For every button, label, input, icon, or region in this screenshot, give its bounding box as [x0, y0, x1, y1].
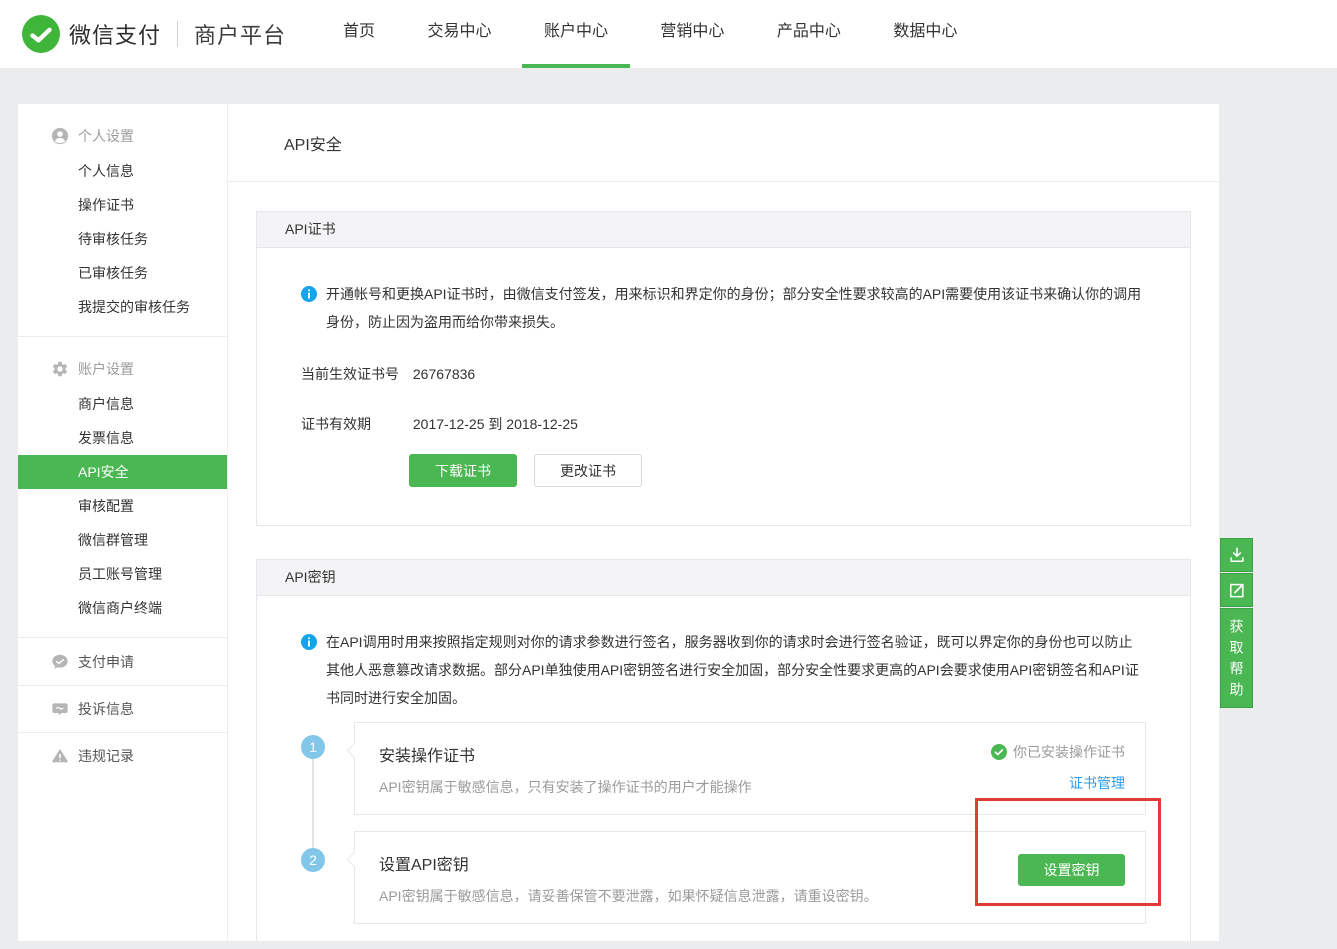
key-info-row: 在API调用时用来按照指定规则对你的请求参数进行签名，服务器收到你的请求时会进行…: [301, 628, 1146, 712]
nav-item-account-center[interactable]: 账户中心: [522, 0, 630, 68]
page-title-row: API安全: [228, 104, 1219, 182]
user-icon: [51, 127, 69, 145]
api-cert-card-body: 开通帐号和更换API证书时，由微信支付签发，用来标识和界定你的身份；部分安全性要…: [257, 248, 1190, 525]
step-install-cert-box: 安装操作证书 API密钥属于敏感信息，只有安装了操作证书的用户才能操作 你已安装…: [354, 722, 1146, 815]
step-set-api-key-text: 设置API密钥 API密钥属于敏感信息，请妥善保管不要泄露，如果怀疑信息泄露，请…: [379, 851, 878, 923]
sidebar: 个人设置 个人信息 操作证书 待审核任务 已审核任务 我提交的审核任务 账户设置…: [18, 104, 228, 941]
float-edit-button[interactable]: [1220, 573, 1253, 607]
info-icon: [301, 634, 317, 650]
cert-installed-status: 你已安装操作证书: [991, 742, 1125, 762]
brand-suffix: 商户平台: [194, 18, 286, 50]
top-header: 微信支付 商户平台 首页 交易中心 账户中心 营销中心 产品中心 数据中心: [0, 0, 1337, 68]
api-key-card-title: API密钥: [285, 569, 336, 585]
cert-number-value: 26767836: [413, 366, 475, 382]
step-set-api-key-action: 设置密钥: [1018, 854, 1125, 923]
sidebar-item-wechat-group-management[interactable]: 微信群管理: [18, 523, 227, 557]
sidebar-item-staff-account-management[interactable]: 员工账号管理: [18, 557, 227, 591]
sidebar-section-personal-settings: 个人设置 个人信息 操作证书 待审核任务 已审核任务 我提交的审核任务: [18, 104, 227, 337]
nav-item-home[interactable]: 首页: [321, 0, 397, 68]
nav-item-marketing-center[interactable]: 营销中心: [638, 0, 746, 68]
wechat-pay-logo-icon: [22, 15, 60, 53]
sidebar-item-operation-cert[interactable]: 操作证书: [18, 188, 227, 222]
sidebar-link-payment-application[interactable]: 支付申请: [18, 638, 227, 685]
nav-item-data-center[interactable]: 数据中心: [871, 0, 979, 68]
step-install-cert-desc: API密钥属于敏感信息，只有安装了操作证书的用户才能操作: [379, 777, 752, 797]
gear-icon: [51, 360, 69, 378]
sidebar-link-label: 支付申请: [78, 652, 134, 672]
cert-installed-text: 你已安装操作证书: [1013, 742, 1125, 762]
step-set-api-key-desc: API密钥属于敏感信息，请妥善保管不要泄露，如果怀疑信息泄露，请重设密钥。: [379, 886, 878, 906]
sidebar-item-merchant-info[interactable]: 商户信息: [18, 387, 227, 421]
sidebar-section-title: 个人设置: [78, 126, 134, 146]
sidebar-link-label: 违规记录: [78, 746, 134, 766]
sidebar-link-label: 投诉信息: [78, 699, 134, 719]
cert-number-row: 当前生效证书号 26767836: [301, 364, 1146, 384]
sidebar-item-personal-info[interactable]: 个人信息: [18, 154, 227, 188]
brand: 微信支付 商户平台: [22, 0, 286, 68]
download-cert-button[interactable]: 下载证书: [409, 454, 517, 487]
sidebar-section-title: 账户设置: [78, 359, 134, 379]
float-download-button[interactable]: [1220, 538, 1253, 572]
main-panel: API安全 API证书 开通帐号和更换API证书时，由微信支付签发，用来标识和界…: [228, 104, 1219, 941]
sidebar-item-pending-review-tasks[interactable]: 待审核任务: [18, 222, 227, 256]
sidebar-link-complaint-info[interactable]: 投诉信息: [18, 685, 227, 732]
check-circle-icon: [991, 744, 1007, 760]
chat-bubble-icon: [51, 700, 69, 718]
main-content: API证书 开通帐号和更换API证书时，由微信支付签发，用来标识和界定你的身份；…: [228, 182, 1219, 941]
api-key-card-header: API密钥: [257, 560, 1190, 596]
step-set-api-key-box: 设置API密钥 API密钥属于敏感信息，请妥善保管不要泄露，如果怀疑信息泄露，请…: [354, 831, 1146, 924]
api-key-card: API密钥 在API调用时用来按照指定规则对你的请求参数进行签名，服务器收到你的…: [256, 559, 1191, 941]
sidebar-section-header-personal: 个人设置: [18, 118, 227, 154]
brand-name: 微信支付: [69, 18, 161, 50]
cert-validity-value: 2017-12-25 到 2018-12-25: [413, 416, 578, 432]
step-connector-line: [312, 759, 314, 848]
cert-validity-label: 证书有效期: [301, 414, 409, 434]
sidebar-item-invoice-info[interactable]: 发票信息: [18, 421, 227, 455]
brand-divider: [177, 21, 178, 47]
api-cert-card-title: API证书: [285, 221, 336, 237]
cert-info-text: 开通帐号和更换API证书时，由微信支付签发，用来标识和界定你的身份；部分安全性要…: [326, 280, 1146, 336]
cert-number-label: 当前生效证书号: [301, 364, 409, 384]
sidebar-item-api-security[interactable]: API安全: [18, 455, 227, 489]
step-2-badge: 2: [301, 848, 325, 872]
api-key-card-body: 在API调用时用来按照指定规则对你的请求参数进行签名，服务器收到你的请求时会进行…: [257, 596, 1190, 941]
floating-help-menu: 获取帮助: [1220, 538, 1253, 709]
step-1-badge: 1: [301, 735, 325, 759]
float-get-help-button[interactable]: 获取帮助: [1220, 608, 1253, 708]
api-cert-card-header: API证书: [257, 212, 1190, 248]
info-icon: [301, 286, 317, 302]
wechat-bubble-icon: [51, 653, 69, 671]
warning-triangle-icon: [51, 747, 69, 765]
edit-icon: [1227, 580, 1247, 600]
set-api-key-button[interactable]: 设置密钥: [1018, 854, 1125, 886]
sidebar-link-violation-record[interactable]: 违规记录: [18, 732, 227, 779]
sidebar-item-reviewed-tasks[interactable]: 已审核任务: [18, 256, 227, 290]
sidebar-item-review-config[interactable]: 审核配置: [18, 489, 227, 523]
sidebar-item-merchant-terminal[interactable]: 微信商户终端: [18, 591, 227, 625]
cert-buttons-row: 下载证书 更改证书: [409, 454, 1146, 487]
nav-item-product-center[interactable]: 产品中心: [755, 0, 863, 68]
step-install-cert-status: 你已安装操作证书 证书管理: [991, 742, 1125, 814]
sidebar-section-account-settings: 账户设置 商户信息 发票信息 API安全 审核配置 微信群管理 员工账号管理 微…: [18, 337, 227, 638]
step-install-cert-title: 安装操作证书: [379, 742, 752, 766]
step-set-api-key-title: 设置API密钥: [379, 851, 878, 875]
cert-info-row: 开通帐号和更换API证书时，由微信支付签发，用来标识和界定你的身份；部分安全性要…: [301, 280, 1146, 336]
page-title: API安全: [284, 131, 342, 155]
nav-item-transaction-center[interactable]: 交易中心: [405, 0, 513, 68]
sidebar-section-header-account: 账户设置: [18, 351, 227, 387]
cert-validity-row: 证书有效期 2017-12-25 到 2018-12-25: [301, 414, 1146, 434]
cert-management-link[interactable]: 证书管理: [1069, 773, 1125, 793]
step-install-cert-text: 安装操作证书 API密钥属于敏感信息，只有安装了操作证书的用户才能操作: [379, 742, 752, 814]
api-cert-card: API证书 开通帐号和更换API证书时，由微信支付签发，用来标识和界定你的身份；…: [256, 211, 1191, 526]
download-icon: [1227, 545, 1247, 565]
change-cert-button[interactable]: 更改证书: [534, 454, 642, 487]
key-setup-steps: 1 2 安装操作证书 API密钥属于敏感信息，只有安装了操作证书的用户才能操作: [301, 722, 1146, 924]
main-nav: 首页 交易中心 账户中心 营销中心 产品中心 数据中心: [321, 0, 983, 68]
sidebar-item-my-submitted-tasks[interactable]: 我提交的审核任务: [18, 290, 227, 324]
key-info-text: 在API调用时用来按照指定规则对你的请求参数进行签名，服务器收到你的请求时会进行…: [326, 628, 1146, 712]
